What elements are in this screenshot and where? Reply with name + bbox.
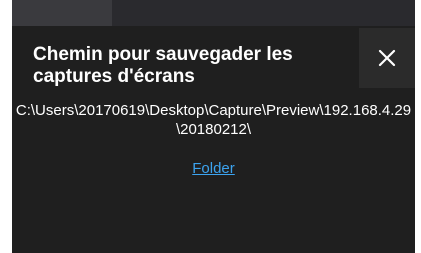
capture-folder-path: C:\Users\20170619\Desktop\Capture\Previe… (15, 102, 412, 138)
screenshot-path-notification: Chemin pour sauvegader les captures d'éc… (12, 26, 415, 253)
background-window-strip (12, 0, 415, 26)
close-icon (378, 49, 396, 67)
background-window-tab (12, 0, 112, 26)
folder-link[interactable]: Folder (192, 160, 235, 177)
folder-link-container: Folder (12, 159, 415, 178)
notification-title: Chemin pour sauvegader les captures d'éc… (33, 44, 293, 87)
close-button[interactable] (359, 28, 415, 88)
